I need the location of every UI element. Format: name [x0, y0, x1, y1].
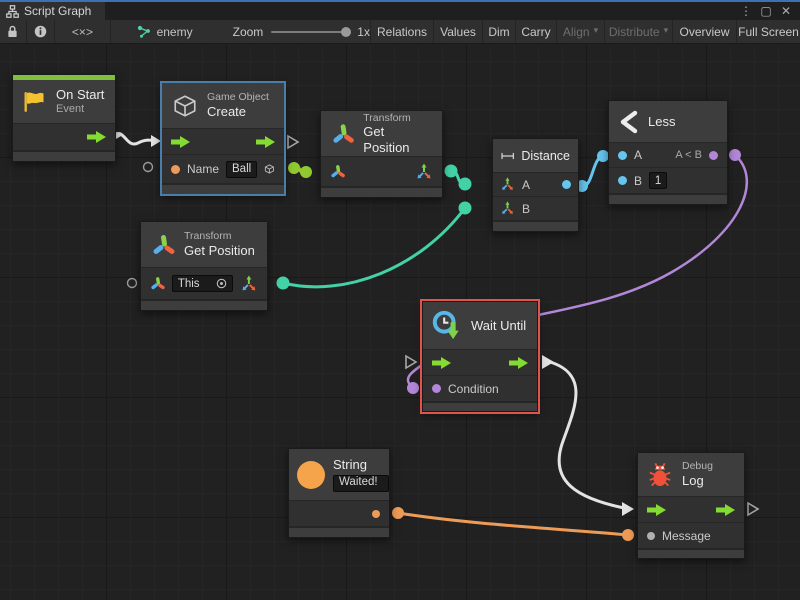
target-field[interactable]: This — [172, 275, 233, 292]
name-field[interactable]: Ball — [226, 161, 257, 178]
node-category: Debug — [682, 460, 713, 473]
node-category: Transform — [363, 112, 432, 125]
string-value-field[interactable]: Waited! — [333, 475, 389, 492]
port-label-a: A — [522, 178, 530, 192]
vector3-input-port-a[interactable] — [500, 177, 515, 192]
transform-icon — [331, 122, 354, 146]
node-debug-log[interactable]: Debug Log Message — [637, 452, 745, 559]
toolbar-button-align[interactable]: Align — [556, 20, 604, 43]
b-value-field[interactable]: 1 — [649, 172, 667, 189]
port-label-b: B — [522, 202, 530, 216]
graph-toolbar: <×> enemy Zoom 1x Relations Values Dim C… — [0, 20, 800, 44]
vector3-input-port-b[interactable] — [500, 201, 515, 216]
node-string-literal[interactable]: String Waited! — [288, 448, 390, 538]
script-graph-window: Script Graph ⋮ ▢ ✕ <×> — [0, 0, 800, 600]
graph-hierarchy-icon — [6, 5, 19, 18]
vector3-output-port[interactable] — [415, 163, 433, 181]
gameobject-type-cube-icon — [264, 162, 275, 176]
zoom-slider[interactable] — [271, 31, 349, 33]
vector3-output-port[interactable] — [240, 275, 258, 293]
node-distance[interactable]: Distance A B — [492, 138, 579, 232]
toolbar-button-overview[interactable]: Overview — [672, 20, 736, 43]
info-icon — [34, 25, 47, 38]
flow-input-port[interactable] — [647, 504, 666, 516]
breadcrumb[interactable]: enemy — [137, 20, 193, 43]
toolbar-button-relations[interactable]: Relations — [370, 20, 433, 43]
object-picker-icon[interactable] — [216, 278, 227, 289]
lock-button[interactable] — [0, 20, 27, 43]
node-on-start[interactable]: On Start Event — [12, 74, 116, 162]
float-output-port[interactable] — [562, 180, 571, 189]
port-label: Condition — [448, 382, 499, 396]
node-title: Get Position — [363, 124, 432, 155]
port-label: Name — [187, 162, 219, 176]
string-input-port[interactable] — [171, 165, 180, 174]
flow-output-port[interactable] — [87, 131, 106, 143]
node-get-position-a[interactable]: Transform Get Position — [320, 110, 443, 198]
tab-bar: Script Graph ⋮ ▢ ✕ — [0, 2, 800, 20]
window-maximize-icon[interactable]: ▢ — [758, 4, 774, 18]
code-preview-button[interactable]: <×> — [55, 20, 110, 43]
toolbar-button-fullscreen[interactable]: Full Screen — [736, 20, 800, 43]
wait-clock-icon — [431, 310, 463, 341]
node-title: Create — [207, 104, 269, 120]
float-input-port-a[interactable] — [618, 151, 627, 160]
output-label: A < B — [675, 149, 702, 161]
flow-output-port[interactable] — [509, 357, 528, 369]
bool-output-port[interactable] — [709, 151, 718, 160]
distance-icon — [501, 149, 514, 163]
toolbar-button-carry[interactable]: Carry — [515, 20, 556, 43]
toolbar-button-dim[interactable]: Dim — [482, 20, 515, 43]
string-type-icon — [297, 461, 325, 489]
zoom-level: 1x — [357, 25, 370, 39]
node-subtitle: Event — [56, 103, 104, 116]
node-title: String — [333, 457, 389, 473]
transform-input-port[interactable] — [330, 164, 345, 179]
port-label-b: B — [634, 174, 642, 188]
zoom-slider-handle[interactable] — [341, 27, 351, 37]
node-title: On Start — [56, 87, 104, 103]
message-input-port[interactable] — [647, 532, 655, 540]
zoom-label: Zoom — [233, 25, 264, 39]
bool-input-port[interactable] — [432, 384, 441, 393]
tab-title: Script Graph — [24, 4, 91, 18]
node-less[interactable]: Less A A < B B 1 — [608, 100, 728, 205]
less-than-icon — [619, 110, 639, 134]
flow-input-port[interactable] — [432, 357, 451, 369]
transform-icon — [151, 233, 175, 257]
flag-icon — [21, 90, 47, 114]
node-create-game-object[interactable]: Game Object Create Name Ball — [161, 82, 285, 195]
game-object-cube-icon — [172, 93, 198, 119]
node-category: Transform — [184, 230, 255, 243]
float-input-port-b[interactable] — [618, 176, 627, 185]
breadcrumb-label: enemy — [157, 25, 193, 39]
flow-output-port[interactable] — [716, 504, 735, 516]
lock-icon — [7, 25, 18, 38]
info-button[interactable] — [27, 20, 56, 43]
node-wait-until[interactable]: Wait Until Condition — [422, 301, 538, 412]
node-title: Less — [648, 114, 675, 129]
window-controls: ⋮ ▢ ✕ — [738, 2, 800, 20]
node-title: Get Position — [184, 243, 255, 259]
window-close-icon[interactable]: ✕ — [778, 4, 794, 18]
node-title: Log — [682, 473, 713, 489]
toolbar-button-values[interactable]: Values — [433, 20, 482, 43]
tab-script-graph[interactable]: Script Graph — [0, 2, 105, 20]
zoom-control: Zoom 1x — [233, 20, 370, 43]
toolbar-button-distribute[interactable]: Distribute — [604, 20, 672, 43]
node-get-position-b[interactable]: Transform Get Position This — [140, 221, 268, 311]
window-menu-icon[interactable]: ⋮ — [738, 4, 754, 18]
port-label-a: A — [634, 148, 642, 162]
node-title: Distance — [521, 149, 570, 163]
code-toggle-icon: <×> — [72, 25, 93, 39]
node-title: Wait Until — [471, 318, 526, 333]
string-output-port[interactable] — [372, 510, 380, 518]
flow-output-port[interactable] — [256, 136, 275, 148]
transform-input-port[interactable] — [150, 276, 165, 291]
flow-input-port[interactable] — [171, 136, 190, 148]
debug-bug-icon — [647, 461, 673, 488]
graph-node-icon — [137, 25, 151, 39]
node-category: Game Object — [207, 91, 269, 104]
port-label: Message — [662, 529, 711, 543]
